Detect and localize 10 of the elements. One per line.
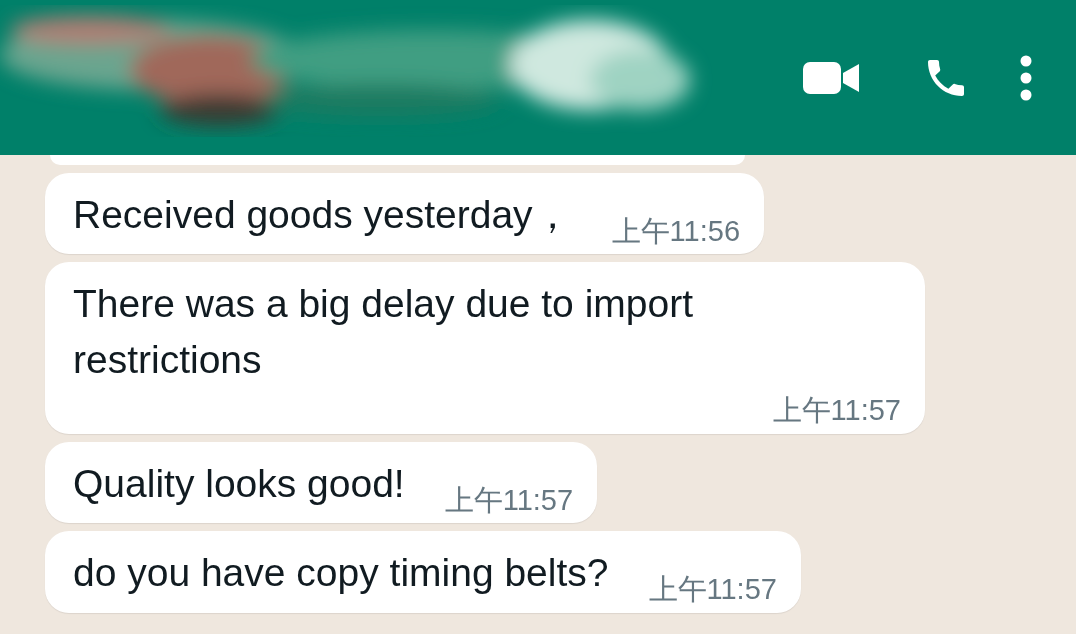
more-options-icon <box>1020 54 1032 101</box>
message-text: Quality looks good! <box>73 460 405 507</box>
message-time: 上午11:57 <box>647 571 777 607</box>
message-text: Received goods yesterday， <box>73 192 572 238</box>
message-text: do you have copy timing belts? <box>73 550 609 597</box>
message-text: There was a big delay due to import restrictions <box>73 281 694 383</box>
message-time: 上午11:57 <box>443 482 574 518</box>
message-time: 上午11:56 <box>610 213 741 249</box>
video-camera-icon <box>803 59 859 96</box>
message-time: 上午11:57 <box>771 393 901 428</box>
